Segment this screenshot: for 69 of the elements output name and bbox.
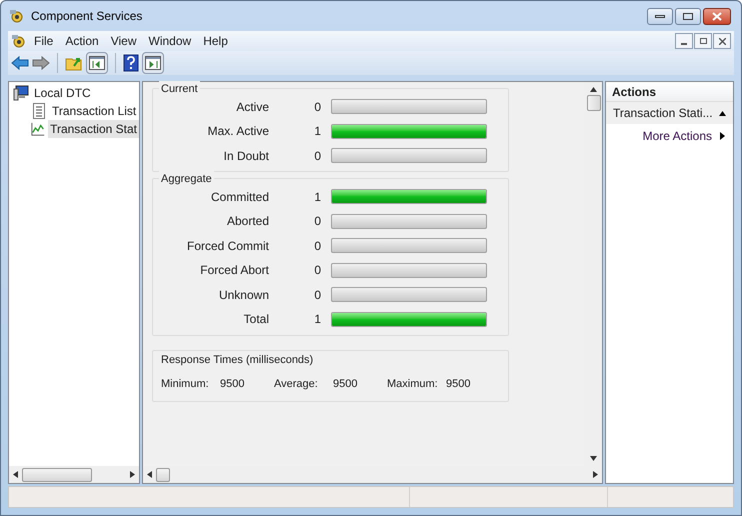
scroll-thumb[interactable] bbox=[586, 95, 600, 111]
tree-item[interactable]: Transaction List bbox=[50, 102, 138, 120]
scroll-left-icon[interactable] bbox=[147, 471, 152, 478]
scroll-thumb[interactable] bbox=[156, 468, 170, 482]
scroll-thumb[interactable] bbox=[22, 468, 92, 482]
restore-child-button[interactable] bbox=[694, 33, 712, 49]
group-title: Aggregate bbox=[159, 171, 214, 188]
back-arrow-icon[interactable] bbox=[11, 55, 29, 71]
forward-arrow-icon[interactable] bbox=[32, 55, 50, 71]
scroll-left-icon[interactable] bbox=[13, 471, 18, 478]
scroll-down-icon[interactable] bbox=[590, 456, 597, 461]
tree-item[interactable]: Local DTC bbox=[32, 84, 93, 102]
time-label: Average: bbox=[274, 377, 319, 392]
stat-label: Committed bbox=[210, 188, 269, 206]
time-label: Minimum: bbox=[161, 377, 210, 392]
window-title: Component Services bbox=[31, 8, 142, 25]
stat-label: Max. Active bbox=[206, 123, 269, 140]
list-icon bbox=[31, 103, 47, 119]
stat-value: 0 bbox=[313, 238, 322, 254]
action-link[interactable]: More Actions bbox=[642, 127, 712, 145]
menu-item[interactable]: Action bbox=[60, 32, 104, 50]
stat-value: 1 bbox=[313, 311, 322, 328]
horizontal-scrollbar[interactable] bbox=[9, 466, 139, 483]
show-tree-button[interactable] bbox=[86, 52, 108, 74]
actions-section[interactable]: Transaction Stati... bbox=[606, 102, 733, 124]
tree-item[interactable]: Transaction Stat bbox=[48, 120, 139, 138]
time-value: 9500 bbox=[220, 377, 244, 392]
stat-label: Aborted bbox=[226, 213, 269, 230]
stat-label: In Doubt bbox=[222, 148, 269, 164]
stat-label: Unknown bbox=[218, 286, 269, 304]
close-icon bbox=[712, 12, 722, 20]
stat-label: Forced Commit bbox=[186, 238, 269, 254]
menu-item[interactable]: Help bbox=[198, 32, 233, 50]
scroll-up-icon[interactable] bbox=[590, 87, 597, 92]
stat-label: Forced Abort bbox=[199, 262, 269, 279]
stat-value: 0 bbox=[313, 262, 322, 279]
show-action-pane-button[interactable] bbox=[142, 52, 164, 74]
stat-value: 1 bbox=[313, 188, 322, 206]
minimize-child-button[interactable] bbox=[675, 33, 693, 49]
time-value: 9500 bbox=[333, 377, 358, 392]
computer-icon bbox=[13, 85, 29, 101]
stat-value: 0 bbox=[313, 148, 322, 164]
menu-item[interactable]: View bbox=[106, 32, 142, 50]
scroll-right-icon[interactable] bbox=[130, 471, 135, 478]
scroll-right-icon[interactable] bbox=[593, 471, 598, 478]
stat-label: Total bbox=[242, 311, 269, 328]
stat-value: 0 bbox=[313, 98, 322, 116]
app-icon bbox=[11, 33, 27, 49]
minimize-button[interactable] bbox=[647, 8, 673, 24]
close-button[interactable] bbox=[703, 8, 731, 24]
help-icon[interactable] bbox=[123, 54, 139, 72]
submenu-arrow-icon bbox=[720, 132, 725, 140]
group-title: Response Times (milliseconds) bbox=[161, 352, 314, 368]
menu-item[interactable]: Window bbox=[144, 32, 196, 50]
time-label: Maximum: bbox=[387, 377, 439, 392]
chart-icon bbox=[31, 121, 46, 137]
maximize-button[interactable] bbox=[675, 8, 701, 24]
stat-value: 1 bbox=[313, 123, 322, 140]
stat-label: Active bbox=[235, 98, 269, 116]
close-icon bbox=[718, 38, 726, 44]
stat-value: 0 bbox=[313, 286, 322, 304]
folder-icon[interactable] bbox=[65, 55, 83, 71]
section-title: Transaction Stati... bbox=[613, 105, 713, 122]
stat-value: 0 bbox=[313, 213, 322, 230]
time-value: 9500 bbox=[446, 377, 470, 392]
collapse-icon[interactable] bbox=[719, 110, 726, 116]
app-icon bbox=[9, 8, 25, 24]
close-child-button[interactable] bbox=[713, 33, 731, 49]
menu-item[interactable]: File bbox=[29, 32, 58, 50]
